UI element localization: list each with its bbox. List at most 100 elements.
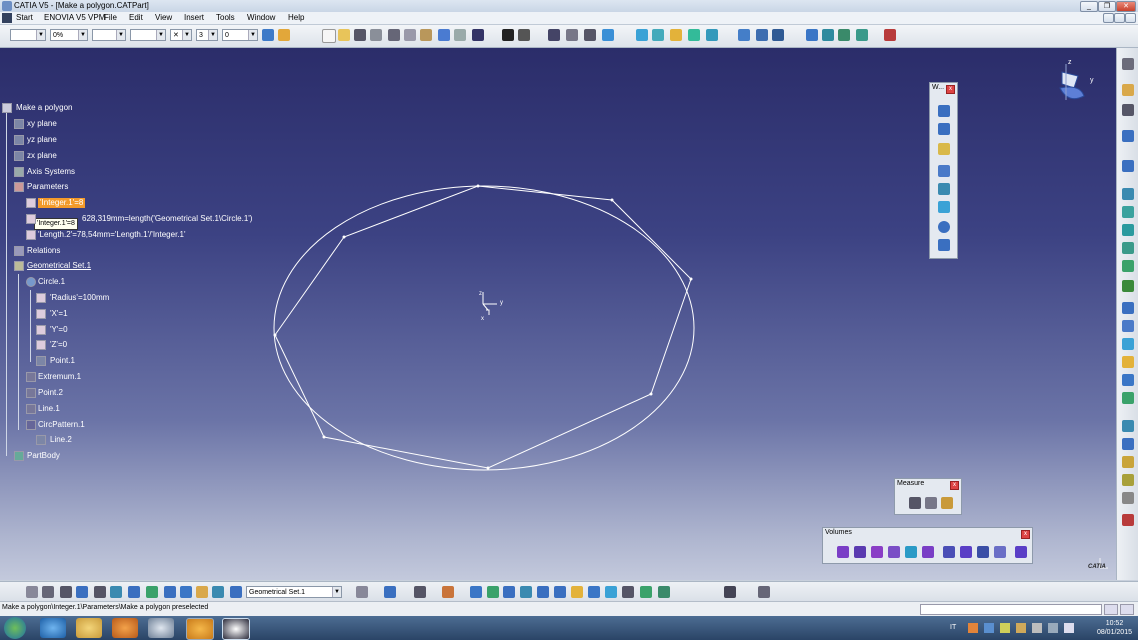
split-icon[interactable] bbox=[1122, 320, 1134, 332]
vertex-point[interactable] bbox=[610, 198, 614, 202]
insert-body-icon[interactable] bbox=[128, 586, 140, 598]
transparency-combo[interactable]: 0% ▼ bbox=[50, 29, 88, 41]
tools-icon[interactable] bbox=[1122, 492, 1134, 504]
menu-edit[interactable]: Edit bbox=[129, 13, 143, 22]
rotate-transform-icon[interactable] bbox=[1122, 438, 1134, 450]
circle-tool-icon[interactable] bbox=[938, 221, 950, 233]
close-button[interactable]: ✕ bbox=[1116, 1, 1136, 12]
menu-window[interactable]: Window bbox=[247, 13, 275, 22]
doc-close-button[interactable] bbox=[1125, 13, 1136, 23]
shading-bottom-icon[interactable] bbox=[622, 586, 634, 598]
volume-thick-icon[interactable] bbox=[960, 546, 972, 558]
view-normal-icon[interactable] bbox=[738, 29, 750, 41]
fx-icon[interactable] bbox=[356, 586, 368, 598]
intersection-tool-icon[interactable] bbox=[938, 183, 950, 195]
menu-tools[interactable]: Tools bbox=[216, 13, 235, 22]
menu-enovia[interactable]: ENOVIA V5 VPM bbox=[44, 13, 105, 22]
polygon-lines[interactable] bbox=[274, 185, 692, 469]
search-icon[interactable] bbox=[196, 586, 208, 598]
measure-inertia-icon[interactable] bbox=[941, 497, 953, 509]
menu-insert[interactable]: Insert bbox=[184, 13, 204, 22]
language-indicator[interactable]: IT bbox=[950, 624, 956, 631]
measure-toolbar[interactable]: Measure x bbox=[894, 478, 962, 515]
zoom-out-icon[interactable] bbox=[554, 586, 566, 598]
hide-show-icon[interactable] bbox=[822, 29, 834, 41]
snap-icon[interactable] bbox=[1122, 104, 1134, 116]
point-tool-icon[interactable] bbox=[938, 105, 950, 117]
fit-all-bottom-icon[interactable] bbox=[487, 586, 499, 598]
circle-1[interactable] bbox=[273, 185, 695, 471]
open-icon[interactable] bbox=[338, 29, 350, 41]
vertex-point[interactable] bbox=[689, 277, 693, 281]
zoom-icon[interactable] bbox=[706, 29, 718, 41]
advanced-icon[interactable] bbox=[1122, 514, 1134, 526]
axis-icon[interactable] bbox=[60, 586, 72, 598]
swept-icon[interactable] bbox=[384, 586, 396, 598]
transform-icon[interactable] bbox=[1122, 420, 1134, 432]
vertex-point[interactable] bbox=[649, 392, 653, 396]
multi-view-icon[interactable] bbox=[756, 29, 768, 41]
fly-icon[interactable] bbox=[636, 29, 648, 41]
swap-space-icon[interactable] bbox=[838, 29, 850, 41]
point-style-combo[interactable]: ✕ ▼ bbox=[170, 29, 192, 41]
cut-icon[interactable] bbox=[388, 29, 400, 41]
rotate-bottom-icon[interactable] bbox=[520, 586, 532, 598]
volumes-toolbar[interactable]: Volumes x bbox=[822, 527, 1033, 564]
start-button[interactable] bbox=[4, 617, 26, 639]
vertex-point[interactable] bbox=[342, 235, 346, 239]
spline-tool-icon[interactable] bbox=[938, 239, 950, 251]
geoset-combo[interactable]: Geometrical Set.1 ▼ bbox=[246, 586, 342, 598]
vertex-point[interactable] bbox=[273, 333, 277, 337]
print-icon[interactable] bbox=[370, 29, 382, 41]
measure-item-icon[interactable] bbox=[925, 497, 937, 509]
volume-sweep-icon[interactable] bbox=[905, 546, 917, 558]
3d-viewport[interactable]: z y y z x Make a polygon xy plane yz pla… bbox=[0, 48, 1116, 580]
close-icon[interactable]: x bbox=[946, 85, 955, 94]
thickness-combo[interactable]: 0 ▼ bbox=[222, 29, 258, 41]
pan-icon[interactable] bbox=[670, 29, 682, 41]
extrapolate-icon[interactable] bbox=[1122, 456, 1134, 468]
clock[interactable]: 10:52 08/01/2015 bbox=[1097, 619, 1132, 637]
curve-icon[interactable] bbox=[1122, 160, 1134, 172]
copy-icon[interactable] bbox=[404, 29, 416, 41]
offset-tool-icon[interactable] bbox=[938, 201, 950, 213]
join-icon[interactable] bbox=[1122, 302, 1134, 314]
quick-view-icon[interactable] bbox=[772, 29, 784, 41]
color-combo[interactable]: ▼ bbox=[10, 29, 46, 41]
format-painter-icon[interactable] bbox=[278, 29, 290, 41]
remote-desktop-icon[interactable] bbox=[148, 618, 174, 638]
volume-multisection-icon[interactable] bbox=[943, 546, 955, 558]
snapshot-icon[interactable] bbox=[470, 586, 482, 598]
restore-button[interactable]: ❐ bbox=[1098, 1, 1116, 12]
linetype-combo[interactable]: ▼ bbox=[92, 29, 126, 41]
sketcher-icon[interactable] bbox=[1122, 58, 1134, 70]
video-icon[interactable] bbox=[724, 586, 736, 598]
sketch-tool-icon[interactable] bbox=[1122, 130, 1134, 142]
record-icon[interactable] bbox=[758, 586, 770, 598]
doc-minimize-button[interactable] bbox=[1103, 13, 1114, 23]
volume-boolean-icon[interactable] bbox=[1015, 546, 1027, 558]
volume-fill-icon[interactable] bbox=[922, 546, 934, 558]
measure-between-icon[interactable] bbox=[909, 497, 921, 509]
select-icon[interactable] bbox=[1122, 84, 1134, 96]
undo-icon[interactable] bbox=[438, 29, 450, 41]
design-table-icon[interactable] bbox=[548, 29, 560, 41]
volume-cylinder-icon[interactable] bbox=[888, 546, 900, 558]
hide-icon[interactable] bbox=[180, 586, 192, 598]
menu-view[interactable]: View bbox=[155, 13, 172, 22]
projection-tool-icon[interactable] bbox=[938, 165, 950, 177]
pan-bottom-icon[interactable] bbox=[503, 586, 515, 598]
document-icon[interactable] bbox=[2, 13, 12, 23]
command-execute-button[interactable] bbox=[1120, 604, 1134, 615]
linewidth-combo[interactable]: ▼ bbox=[130, 29, 166, 41]
extrude-surface-icon[interactable] bbox=[1122, 206, 1134, 218]
volume-sphere-icon[interactable] bbox=[871, 546, 883, 558]
tray-icon[interactable] bbox=[1000, 623, 1010, 633]
ordered-set-icon[interactable] bbox=[146, 586, 158, 598]
hand-icon[interactable] bbox=[42, 586, 54, 598]
layer-combo[interactable]: 3 ▼ bbox=[196, 29, 218, 41]
volume-extrude-icon[interactable] bbox=[837, 546, 849, 558]
offset-surface-icon[interactable] bbox=[1122, 260, 1134, 272]
multi-view-bottom-icon[interactable] bbox=[588, 586, 600, 598]
line-tool-icon[interactable] bbox=[938, 123, 950, 135]
